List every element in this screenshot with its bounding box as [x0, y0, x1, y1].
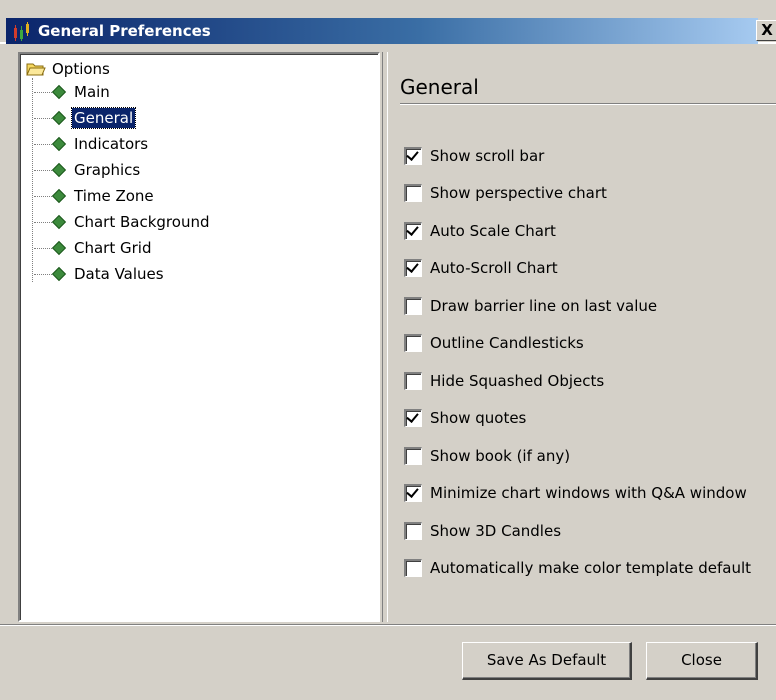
checkbox[interactable] — [404, 297, 422, 315]
general-settings-panel: General Show scroll bar Show perspective… — [390, 52, 776, 622]
checkbox[interactable] — [404, 409, 422, 427]
close-window-button[interactable]: X — [756, 20, 776, 41]
tree-node-icon — [51, 110, 67, 126]
tree-node-icon — [51, 136, 67, 152]
tree-item-time-zone[interactable]: Time Zone — [34, 183, 156, 209]
tree-item-label: General — [70, 107, 137, 129]
tree-item-label: Data Values — [74, 265, 164, 283]
tree-item-general[interactable]: General — [34, 105, 137, 131]
tree-connector — [32, 78, 33, 282]
tree-node-icon — [51, 240, 67, 256]
checkbox-label: Auto Scale Chart — [430, 222, 556, 240]
checkbox-label: Show 3D Candles — [430, 522, 562, 540]
checkbox[interactable] — [404, 522, 422, 540]
window-title: General Preferences — [38, 22, 211, 40]
checkbox[interactable] — [404, 259, 422, 277]
checkbox[interactable] — [404, 559, 422, 577]
options-tree[interactable]: Options Main General Indicators Graphics… — [18, 52, 380, 622]
tree-item-data-values[interactable]: Data Values — [34, 261, 166, 287]
close-button[interactable]: Close — [646, 642, 758, 680]
option-show-book[interactable]: Show book (if any) — [404, 445, 570, 467]
checkbox-label: Show quotes — [430, 409, 527, 427]
checkbox[interactable] — [404, 447, 422, 465]
save-as-default-button[interactable]: Save As Default — [462, 642, 632, 680]
option-show-3d-candles[interactable]: Show 3D Candles — [404, 520, 561, 542]
checkbox-label: Minimize chart windows with Q&A window — [430, 484, 747, 502]
section-divider — [400, 103, 776, 105]
checkbox-label: Automatically make color template defaul… — [430, 559, 752, 577]
tree-node-icon — [51, 266, 67, 282]
tree-item-main[interactable]: Main — [34, 79, 112, 105]
checkbox-label: Draw barrier line on last value — [430, 297, 658, 315]
option-auto-scale-chart[interactable]: Auto Scale Chart — [404, 220, 556, 242]
preferences-window: General Preferences X Options Main Gener… — [0, 0, 776, 700]
close-icon: X — [761, 21, 773, 39]
option-minimize-chart-windows[interactable]: Minimize chart windows with Q&A window — [404, 482, 747, 504]
tree-item-label: Chart Background — [74, 213, 210, 231]
chart-candlestick-icon — [14, 22, 29, 41]
checkbox[interactable] — [404, 184, 422, 202]
option-auto-scroll-chart[interactable]: Auto-Scroll Chart — [404, 257, 558, 279]
tree-node-icon — [51, 162, 67, 178]
checkbox-label: Show perspective chart — [430, 184, 607, 202]
panel-splitter[interactable] — [382, 52, 388, 622]
checkbox[interactable] — [404, 147, 422, 165]
tree-item-indicators[interactable]: Indicators — [34, 131, 150, 157]
tree-item-label: Graphics — [74, 161, 141, 179]
tree-node-icon — [51, 84, 67, 100]
checkbox-label: Hide Squashed Objects — [430, 372, 605, 390]
button-bar-divider — [0, 624, 776, 626]
tree-node-icon — [51, 188, 67, 204]
option-hide-squashed-objects[interactable]: Hide Squashed Objects — [404, 370, 604, 392]
folder-open-icon — [26, 63, 46, 76]
checkbox[interactable] — [404, 484, 422, 502]
tree-item-label: Main — [74, 83, 110, 101]
checkbox[interactable] — [404, 222, 422, 240]
option-show-perspective-chart[interactable]: Show perspective chart — [404, 182, 607, 204]
checkbox-label: Outline Candlesticks — [430, 334, 584, 352]
section-title: General — [400, 75, 479, 99]
tree-node-icon — [51, 214, 67, 230]
tree-item-chart-grid[interactable]: Chart Grid — [34, 235, 153, 261]
tree-item-label: Time Zone — [74, 187, 154, 205]
option-draw-barrier-line[interactable]: Draw barrier line on last value — [404, 295, 657, 317]
option-show-scroll-bar[interactable]: Show scroll bar — [404, 145, 544, 167]
option-color-template-default[interactable]: Automatically make color template defaul… — [404, 557, 751, 579]
tree-item-chart-background[interactable]: Chart Background — [34, 209, 211, 235]
option-outline-candlesticks[interactable]: Outline Candlesticks — [404, 332, 584, 354]
tree-root-label: Options — [52, 60, 110, 78]
option-show-quotes[interactable]: Show quotes — [404, 407, 526, 429]
tree-item-label: Indicators — [74, 135, 149, 153]
tree-item-label: Chart Grid — [74, 239, 152, 257]
title-bar: General Preferences X — [0, 0, 776, 44]
checkbox-label: Show scroll bar — [430, 147, 545, 165]
checkbox-label: Show book (if any) — [430, 447, 571, 465]
tree-item-graphics[interactable]: Graphics — [34, 157, 142, 183]
checkbox-label: Auto-Scroll Chart — [430, 259, 558, 277]
tree-root-options[interactable]: Options — [26, 58, 112, 80]
checkbox[interactable] — [404, 372, 422, 390]
checkbox[interactable] — [404, 334, 422, 352]
